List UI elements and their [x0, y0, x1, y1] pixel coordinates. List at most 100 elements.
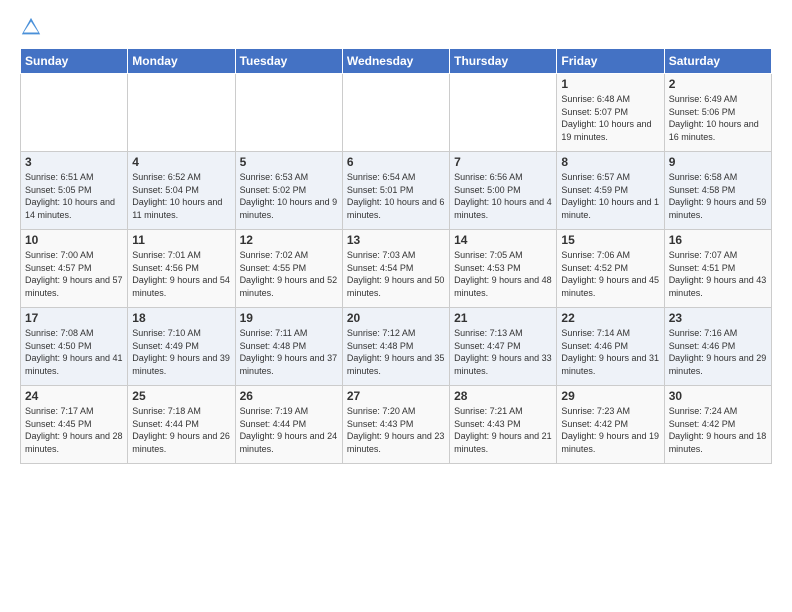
day-info: Sunrise: 6:51 AMSunset: 5:05 PMDaylight:…	[25, 171, 123, 221]
day-number: 7	[454, 155, 552, 169]
calendar-week-row: 3 Sunrise: 6:51 AMSunset: 5:05 PMDaylight…	[21, 152, 772, 230]
day-info: Sunrise: 7:08 AMSunset: 4:50 PMDaylight:…	[25, 327, 123, 377]
day-info: Sunrise: 7:10 AMSunset: 4:49 PMDaylight:…	[132, 327, 230, 377]
calendar-day-cell: 20 Sunrise: 7:12 AMSunset: 4:48 PMDayligh…	[342, 308, 449, 386]
day-number: 27	[347, 389, 445, 403]
day-number: 22	[561, 311, 659, 325]
calendar-week-row: 24 Sunrise: 7:17 AMSunset: 4:45 PMDayligh…	[21, 386, 772, 464]
day-info: Sunrise: 7:17 AMSunset: 4:45 PMDaylight:…	[25, 405, 123, 455]
weekday-row: SundayMondayTuesdayWednesdayThursdayFrid…	[21, 49, 772, 74]
day-info: Sunrise: 6:52 AMSunset: 5:04 PMDaylight:…	[132, 171, 230, 221]
day-info: Sunrise: 7:23 AMSunset: 4:42 PMDaylight:…	[561, 405, 659, 455]
day-info: Sunrise: 7:13 AMSunset: 4:47 PMDaylight:…	[454, 327, 552, 377]
day-info: Sunrise: 6:56 AMSunset: 5:00 PMDaylight:…	[454, 171, 552, 221]
calendar-day-cell	[21, 74, 128, 152]
day-number: 23	[669, 311, 767, 325]
calendar-day-cell: 25 Sunrise: 7:18 AMSunset: 4:44 PMDayligh…	[128, 386, 235, 464]
calendar-day-cell: 2 Sunrise: 6:49 AMSunset: 5:06 PMDaylight…	[664, 74, 771, 152]
day-number: 19	[240, 311, 338, 325]
weekday-header: Friday	[557, 49, 664, 74]
calendar-day-cell: 18Sunrise: 7:10 AMSunset: 4:49 PMDayligh…	[128, 308, 235, 386]
day-number: 6	[347, 155, 445, 169]
day-info: Sunrise: 7:11 AMSunset: 4:48 PMDaylight:…	[240, 327, 338, 377]
calendar-day-cell	[128, 74, 235, 152]
day-number: 30	[669, 389, 767, 403]
day-number: 1	[561, 77, 659, 91]
day-info: Sunrise: 6:54 AMSunset: 5:01 PMDaylight:…	[347, 171, 445, 221]
calendar-day-cell: 14 Sunrise: 7:05 AMSunset: 4:53 PMDayligh…	[450, 230, 557, 308]
day-info: Sunrise: 7:21 AMSunset: 4:43 PMDaylight:…	[454, 405, 552, 455]
day-number: 10	[25, 233, 123, 247]
calendar-day-cell: 6 Sunrise: 6:54 AMSunset: 5:01 PMDaylight…	[342, 152, 449, 230]
day-info: Sunrise: 6:49 AMSunset: 5:06 PMDaylight:…	[669, 93, 767, 143]
calendar-day-cell: 21 Sunrise: 7:13 AMSunset: 4:47 PMDayligh…	[450, 308, 557, 386]
calendar-day-cell: 22 Sunrise: 7:14 AMSunset: 4:46 PMDayligh…	[557, 308, 664, 386]
day-info: Sunrise: 7:01 AMSunset: 4:56 PMDaylight:…	[132, 249, 230, 299]
day-info: Sunrise: 7:05 AMSunset: 4:53 PMDaylight:…	[454, 249, 552, 299]
calendar-day-cell: 27Sunrise: 7:20 AMSunset: 4:43 PMDayligh…	[342, 386, 449, 464]
header	[20, 16, 772, 38]
day-number: 20	[347, 311, 445, 325]
day-info: Sunrise: 7:00 AMSunset: 4:57 PMDaylight:…	[25, 249, 123, 299]
day-number: 28	[454, 389, 552, 403]
day-number: 17	[25, 311, 123, 325]
calendar-day-cell: 24 Sunrise: 7:17 AMSunset: 4:45 PMDayligh…	[21, 386, 128, 464]
day-number: 26	[240, 389, 338, 403]
calendar-day-cell: 1 Sunrise: 6:48 AMSunset: 5:07 PMDaylight…	[557, 74, 664, 152]
calendar-day-cell: 23 Sunrise: 7:16 AMSunset: 4:46 PMDayligh…	[664, 308, 771, 386]
weekday-header: Thursday	[450, 49, 557, 74]
page: SundayMondayTuesdayWednesdayThursdayFrid…	[0, 0, 792, 612]
day-info: Sunrise: 7:07 AMSunset: 4:51 PMDaylight:…	[669, 249, 767, 299]
day-number: 5	[240, 155, 338, 169]
calendar-day-cell: 29 Sunrise: 7:23 AMSunset: 4:42 PMDayligh…	[557, 386, 664, 464]
calendar-day-cell: 12 Sunrise: 7:02 AMSunset: 4:55 PMDayligh…	[235, 230, 342, 308]
day-number: 9	[669, 155, 767, 169]
calendar-day-cell: 28 Sunrise: 7:21 AMSunset: 4:43 PMDayligh…	[450, 386, 557, 464]
calendar-day-cell: 10 Sunrise: 7:00 AMSunset: 4:57 PMDayligh…	[21, 230, 128, 308]
day-number: 24	[25, 389, 123, 403]
weekday-header: Saturday	[664, 49, 771, 74]
day-info: Sunrise: 7:16 AMSunset: 4:46 PMDaylight:…	[669, 327, 767, 377]
day-number: 25	[132, 389, 230, 403]
calendar-day-cell: 8 Sunrise: 6:57 AMSunset: 4:59 PMDaylight…	[557, 152, 664, 230]
calendar-week-row: 10 Sunrise: 7:00 AMSunset: 4:57 PMDayligh…	[21, 230, 772, 308]
day-info: Sunrise: 7:18 AMSunset: 4:44 PMDaylight:…	[132, 405, 230, 455]
calendar-day-cell: 19 Sunrise: 7:11 AMSunset: 4:48 PMDayligh…	[235, 308, 342, 386]
calendar-day-cell: 13Sunrise: 7:03 AMSunset: 4:54 PMDayligh…	[342, 230, 449, 308]
calendar-day-cell: 26 Sunrise: 7:19 AMSunset: 4:44 PMDayligh…	[235, 386, 342, 464]
weekday-header: Sunday	[21, 49, 128, 74]
day-number: 8	[561, 155, 659, 169]
calendar-day-cell: 7 Sunrise: 6:56 AMSunset: 5:00 PMDaylight…	[450, 152, 557, 230]
day-info: Sunrise: 6:48 AMSunset: 5:07 PMDaylight:…	[561, 93, 659, 143]
weekday-header: Tuesday	[235, 49, 342, 74]
day-number: 2	[669, 77, 767, 91]
day-info: Sunrise: 7:19 AMSunset: 4:44 PMDaylight:…	[240, 405, 338, 455]
day-info: Sunrise: 6:57 AMSunset: 4:59 PMDaylight:…	[561, 171, 659, 221]
day-number: 3	[25, 155, 123, 169]
calendar-body: 1 Sunrise: 6:48 AMSunset: 5:07 PMDaylight…	[21, 74, 772, 464]
day-number: 14	[454, 233, 552, 247]
day-info: Sunrise: 7:12 AMSunset: 4:48 PMDaylight:…	[347, 327, 445, 377]
calendar-day-cell: 15 Sunrise: 7:06 AMSunset: 4:52 PMDayligh…	[557, 230, 664, 308]
calendar-day-cell: 16 Sunrise: 7:07 AMSunset: 4:51 PMDayligh…	[664, 230, 771, 308]
day-number: 16	[669, 233, 767, 247]
calendar-header: SundayMondayTuesdayWednesdayThursdayFrid…	[21, 49, 772, 74]
weekday-header: Monday	[128, 49, 235, 74]
day-number: 29	[561, 389, 659, 403]
calendar-day-cell	[342, 74, 449, 152]
day-number: 11	[132, 233, 230, 247]
calendar-day-cell: 4Sunrise: 6:52 AMSunset: 5:04 PMDaylight…	[128, 152, 235, 230]
day-number: 12	[240, 233, 338, 247]
day-number: 15	[561, 233, 659, 247]
day-info: Sunrise: 7:24 AMSunset: 4:42 PMDaylight:…	[669, 405, 767, 455]
day-info: Sunrise: 7:06 AMSunset: 4:52 PMDaylight:…	[561, 249, 659, 299]
day-number: 13	[347, 233, 445, 247]
day-info: Sunrise: 7:02 AMSunset: 4:55 PMDaylight:…	[240, 249, 338, 299]
logo	[20, 16, 46, 38]
day-number: 21	[454, 311, 552, 325]
calendar: SundayMondayTuesdayWednesdayThursdayFrid…	[20, 48, 772, 464]
calendar-day-cell: 17 Sunrise: 7:08 AMSunset: 4:50 PMDayligh…	[21, 308, 128, 386]
calendar-day-cell: 3 Sunrise: 6:51 AMSunset: 5:05 PMDaylight…	[21, 152, 128, 230]
calendar-day-cell	[235, 74, 342, 152]
day-info: Sunrise: 7:14 AMSunset: 4:46 PMDaylight:…	[561, 327, 659, 377]
